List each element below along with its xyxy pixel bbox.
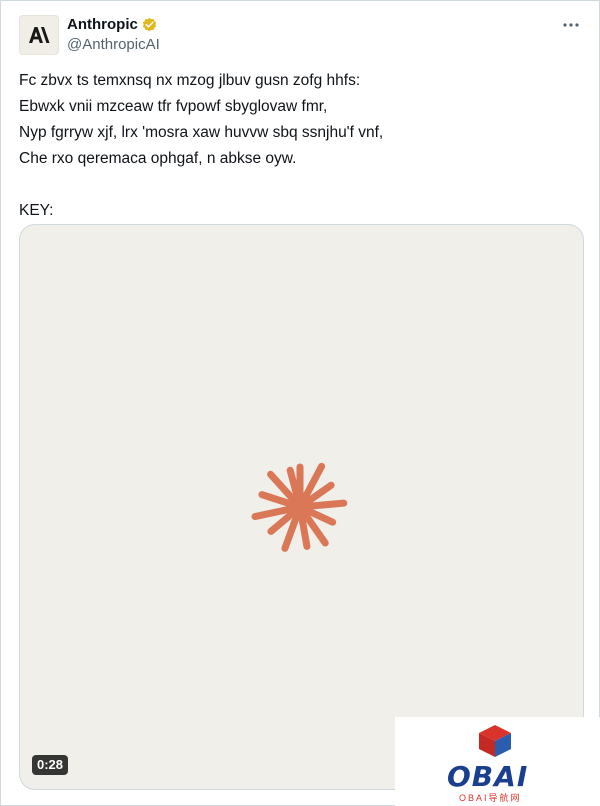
cube-logo-icon <box>479 725 511 757</box>
watermark: OBAI OBAI导航网 <box>395 717 600 806</box>
claude-spark-icon <box>251 462 348 552</box>
spark-center <box>292 499 308 515</box>
key-label: KEY: <box>19 202 54 219</box>
author-handle[interactable]: @AnthropicAI <box>67 35 160 55</box>
more-horizontal-icon <box>563 23 579 27</box>
tweet-line: Fc zbvx ts temxnsq nx mzog jlbuv gusn zo… <box>19 72 361 89</box>
video-duration-badge: 0:28 <box>32 755 69 775</box>
tweet-text: Fc zbvx ts temxnsq nx mzog jlbuv gusn zo… <box>19 68 581 224</box>
display-name[interactable]: Anthropic <box>67 16 138 33</box>
avatar[interactable] <box>19 15 59 55</box>
author-names: Anthropic @AnthropicAI <box>67 13 160 55</box>
display-name-row: Anthropic <box>67 13 160 35</box>
tweet-line: Nyp fgrryw xjf, lrx 'mosra xaw huvvw sbq… <box>19 124 384 141</box>
tweet-header: Anthropic @AnthropicAI <box>19 13 583 57</box>
tweet-line: Ebwxk vnii mzceaw tfr fvpowf sbyglovaw f… <box>19 98 328 115</box>
anthropic-logo-icon <box>29 27 50 43</box>
spark-ray <box>300 499 348 511</box>
verified-badge-icon[interactable] <box>141 16 158 33</box>
tweet-card[interactable]: Anthropic @AnthropicAI Fc zbvx ts temxns… <box>0 0 600 806</box>
watermark-subtitle: OBAI导航网 <box>459 793 522 803</box>
tweet-line: Che rxo qeremaca ophgaf, n abkse oyw. <box>19 150 297 167</box>
watermark-brand: OBAI <box>447 760 529 793</box>
more-button[interactable] <box>559 15 583 35</box>
line-break <box>19 172 581 198</box>
video-player[interactable]: 0:28 <box>19 224 584 790</box>
